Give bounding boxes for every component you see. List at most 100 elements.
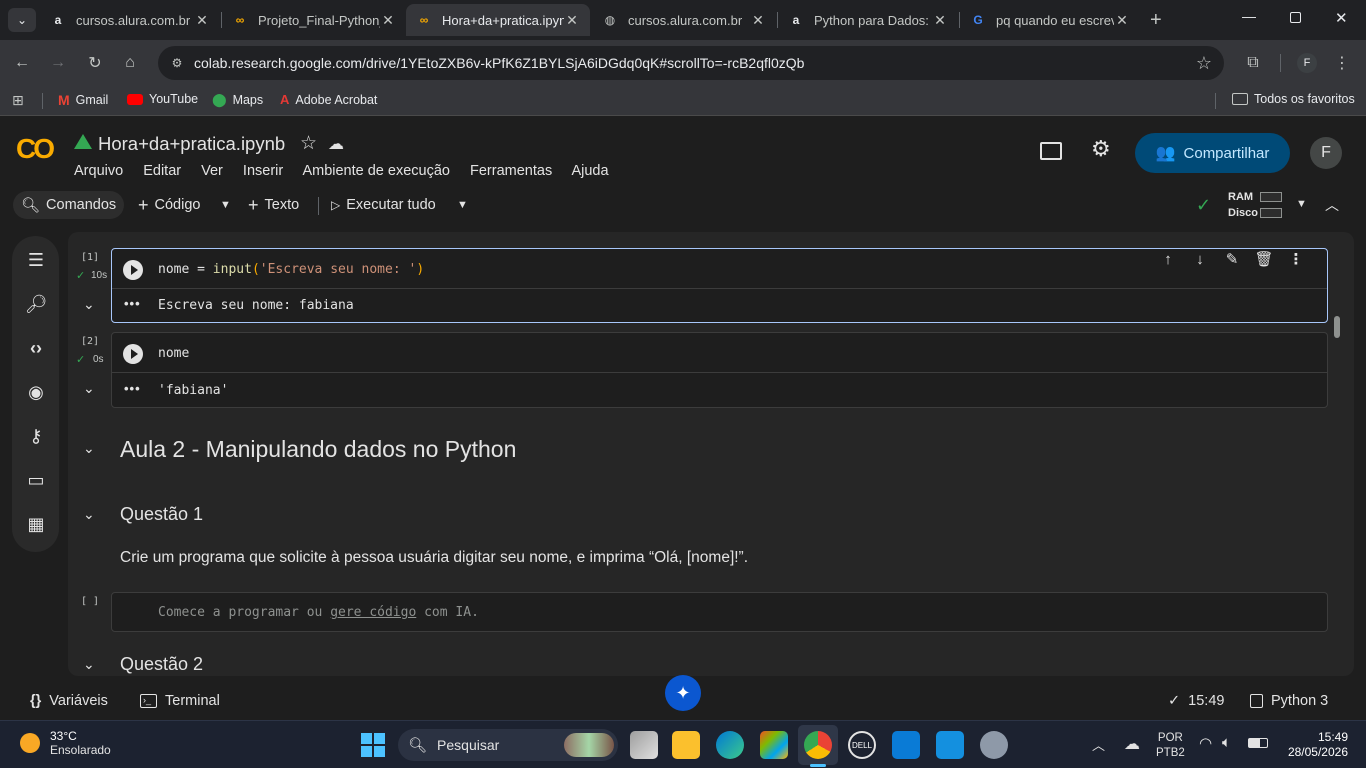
collapse-output-icon[interactable]: ⌄ — [83, 296, 95, 313]
site-info-icon[interactable]: ⚙ — [168, 56, 186, 70]
menu-inserir[interactable]: Inserir — [243, 163, 283, 179]
menu-editar[interactable]: Editar — [143, 163, 181, 179]
close-window-icon[interactable]: ✕ — [1335, 9, 1348, 27]
browser-tab-6[interactable]: G pq quando eu escrev ✕ — [960, 4, 1140, 36]
browser-tab-1[interactable]: a cursos.alura.com.br ✕ — [40, 4, 220, 36]
collapse-section-icon[interactable]: ⌄ — [83, 440, 95, 457]
taskbar-search[interactable]: 🔍︎ Pesquisar — [398, 729, 618, 761]
move-down-icon[interactable]: ↓ — [1189, 248, 1211, 270]
close-icon[interactable]: ✕ — [380, 12, 396, 29]
address-bar[interactable]: ⚙ colab.research.google.com/drive/1YEtoZ… — [158, 46, 1224, 80]
close-icon[interactable]: ✕ — [194, 12, 210, 29]
dell-icon[interactable]: DELL — [848, 731, 876, 759]
resources-indicator[interactable]: RAM Disco — [1226, 190, 1286, 222]
secrets-key-icon[interactable]: ⚷ — [24, 424, 48, 448]
close-icon[interactable]: ✕ — [1114, 12, 1130, 29]
settings-gear-icon[interactable] — [980, 731, 1008, 759]
start-windows-icon[interactable] — [361, 733, 385, 757]
close-icon[interactable]: ✕ — [750, 12, 766, 29]
share-button[interactable]: 👥 Compartilhar — [1135, 133, 1290, 173]
find-replace-icon[interactable]: 🔎︎ — [24, 292, 48, 316]
task-view-icon[interactable] — [630, 731, 658, 759]
output-actions-icon[interactable]: ••• — [124, 296, 141, 311]
close-icon[interactable]: ✕ — [564, 12, 580, 29]
all-bookmarks[interactable]: Todos os favoritos — [1232, 92, 1355, 106]
back-icon[interactable]: ← — [12, 53, 32, 73]
edge-icon[interactable] — [716, 731, 744, 759]
table-of-contents-icon[interactable]: ☰ — [24, 248, 48, 272]
menu-ver[interactable]: Ver — [201, 163, 223, 179]
generate-code-link[interactable]: gere código — [330, 605, 416, 620]
menu-ambiente[interactable]: Ambiente de execução — [302, 163, 450, 179]
system-clock[interactable]: 15:49 28/05/2026 — [1282, 730, 1348, 760]
run-cell-button[interactable] — [123, 344, 143, 364]
home-icon[interactable]: ⌂ — [120, 53, 140, 73]
run-all-button[interactable]: ▷ Executar tudo — [331, 191, 436, 219]
restore-icon[interactable] — [1290, 12, 1301, 23]
show-hidden-icons[interactable]: ︿ — [1092, 735, 1105, 754]
bookmark-adobe-acrobat[interactable]: A Adobe Acrobat — [280, 92, 377, 107]
collapse-section-icon[interactable]: ⌄ — [83, 506, 95, 523]
star-icon[interactable]: ☆ — [300, 132, 317, 155]
kernel-indicator[interactable]: Python 3 — [1250, 693, 1328, 709]
run-dropdown-icon[interactable]: ▼ — [457, 191, 468, 219]
add-text-button[interactable]: + Texto — [248, 191, 299, 219]
star-icon[interactable]: ☆ — [1196, 53, 1212, 74]
volume-icon[interactable]: 🔈︎ — [1222, 734, 1231, 751]
menu-ajuda[interactable]: Ajuda — [571, 163, 608, 179]
colab-logo[interactable]: CO — [16, 133, 55, 165]
collapse-header-icon[interactable]: ︿ — [1325, 195, 1339, 215]
menu-arquivo[interactable]: Arquivo — [74, 163, 123, 179]
settings-gear-icon[interactable]: ⚙ — [1091, 136, 1111, 162]
new-tab-icon[interactable]: + — [1150, 9, 1162, 32]
output-actions-icon[interactable]: ••• — [124, 381, 141, 396]
commands-button[interactable]: 🔍︎ Comandos — [13, 191, 125, 219]
extensions-icon[interactable]: ⧉ — [1243, 53, 1263, 73]
data-table-icon[interactable]: ▦ — [24, 512, 48, 536]
notebook-scrollbar[interactable] — [1334, 316, 1340, 338]
more-vert-icon[interactable]: ⋮ — [1332, 53, 1352, 73]
code-cell-1[interactable]: nome = input('Escreva seu nome: ') ••• E… — [111, 248, 1328, 323]
empty-code-cell[interactable]: Comece a programar ou gere código com IA… — [111, 592, 1328, 632]
outlook-icon[interactable] — [936, 731, 964, 759]
code-cell-2[interactable]: nome ••• 'fabiana' — [111, 332, 1328, 408]
vscode-icon[interactable] — [892, 731, 920, 759]
more-vert-icon[interactable]: ⋮ — [1285, 248, 1307, 270]
cloud-saved-icon[interactable]: ☁ — [328, 134, 344, 154]
run-cell-button[interactable] — [123, 260, 143, 280]
battery-icon[interactable] — [1248, 738, 1268, 748]
bookmark-youtube[interactable]: YouTube — [127, 92, 198, 106]
files-folder-icon[interactable]: ▭ — [24, 468, 48, 492]
cell-code[interactable]: nome — [158, 346, 189, 361]
chrome-icon[interactable] — [804, 731, 832, 759]
close-icon[interactable]: ✕ — [932, 12, 948, 29]
comments-icon[interactable] — [1040, 142, 1062, 160]
user-avatar[interactable]: F — [1310, 137, 1342, 169]
collapse-section-icon[interactable]: ⌄ — [83, 656, 95, 673]
variables-button[interactable]: {} Variáveis — [30, 693, 108, 709]
file-explorer-icon[interactable] — [672, 731, 700, 759]
store-icon[interactable] — [760, 731, 788, 759]
gemini-button[interactable]: ✦ — [665, 675, 701, 711]
browser-tab-3[interactable]: ∞ Hora+da+pratica.ipyn ✕ — [406, 4, 590, 36]
forward-icon[interactable]: → — [48, 53, 68, 73]
tab-search-icon[interactable]: ⌄ — [8, 8, 36, 32]
collapse-output-icon[interactable]: ⌄ — [83, 380, 95, 397]
bookmark-gmail[interactable]: M Gmail — [58, 92, 108, 108]
menu-ferramentas[interactable]: Ferramentas — [470, 163, 552, 179]
terminal-button[interactable]: ›_ Terminal — [140, 693, 220, 709]
bookmark-maps[interactable]: ⬤ Maps — [212, 92, 263, 108]
wifi-icon[interactable]: ◠ — [1199, 734, 1212, 752]
address-url[interactable]: colab.research.google.com/drive/1YEtoZXB… — [194, 55, 804, 71]
apps-icon[interactable]: ⊞ — [12, 92, 24, 109]
browser-tab-5[interactable]: a Python para Dados: p ✕ — [778, 4, 958, 36]
browser-tab-4[interactable]: ◍ cursos.alura.com.br ✕ — [592, 4, 776, 36]
runtime-dropdown-icon[interactable]: ▼ — [1296, 198, 1307, 210]
cell-placeholder[interactable]: Comece a programar ou gere código com IA… — [158, 605, 479, 620]
minimize-icon[interactable]: — — [1242, 8, 1256, 24]
code-dropdown-icon[interactable]: ▼ — [220, 191, 231, 219]
move-up-icon[interactable]: ↑ — [1157, 248, 1179, 270]
delete-icon[interactable]: 🗑︎ — [1253, 248, 1275, 270]
variables-inspector-icon[interactable]: ◉ — [24, 380, 48, 404]
cell-code[interactable]: nome = input('Escreva seu nome: ') — [158, 262, 424, 277]
